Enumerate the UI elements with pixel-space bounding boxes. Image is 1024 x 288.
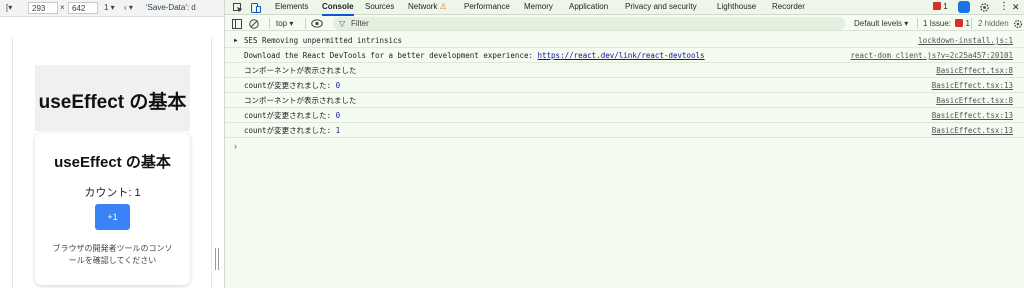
tab-network-label: Network — [408, 2, 438, 11]
hidden-count: 2 hidden — [978, 19, 1009, 28]
console-prompt[interactable]: › — [234, 141, 237, 151]
gear-icon[interactable] — [979, 2, 990, 13]
devtools-tabbar: Elements Console Sources Network ⚠ Perfo… — [225, 0, 1024, 16]
context-select[interactable]: top ▾ — [276, 16, 293, 31]
filter-input[interactable] — [351, 17, 831, 30]
log-levels-label: Default levels — [854, 19, 903, 28]
clear-console-icon[interactable] — [249, 19, 259, 29]
source-link[interactable]: lockdown-install.js:1 — [918, 33, 1013, 48]
toolbar-divider — [305, 18, 306, 29]
tab-performance[interactable]: Performance — [464, 0, 510, 15]
throttle-select-icon[interactable]: ‹ ▾ — [124, 2, 133, 14]
close-icon[interactable]: ✕ — [1012, 0, 1020, 15]
card-title: useEffect の基本 — [54, 154, 171, 171]
device-viewport: [▾ 293 × 642 1 ▾ ‹ ▾ 'Save-Data': d useE… — [0, 0, 224, 288]
toolbar-divider — [971, 18, 972, 29]
tab-application[interactable]: Application — [569, 0, 608, 15]
issues-count: 1 — [965, 19, 970, 28]
ai-assistant-icon[interactable] — [958, 1, 970, 13]
devtools-panel: Elements Console Sources Network ⚠ Perfo… — [224, 0, 1024, 288]
console-row[interactable]: ▶ SES Removing unpermitted intrinsics lo… — [225, 33, 1024, 48]
tab-sources[interactable]: Sources — [365, 0, 394, 15]
eye-icon[interactable] — [311, 19, 323, 28]
toolbar-divider — [269, 18, 270, 29]
dimension-separator: × — [60, 3, 65, 12]
device-toolbar: [▾ 293 × 642 1 ▾ ‹ ▾ 'Save-Data': d — [0, 0, 224, 17]
expand-arrow-icon[interactable]: ▶ — [234, 33, 238, 48]
source-link[interactable]: BasicEffect.tsx:8 — [936, 63, 1013, 78]
issue-flag-icon — [955, 19, 964, 27]
source-link[interactable]: BasicEffect.tsx:13 — [932, 108, 1013, 123]
console-message-text: Download the React DevTools for a better… — [244, 51, 538, 60]
phone-frame: useEffect の基本 useEffect の基本 カウント: 1 +1 ブ… — [12, 37, 212, 288]
console-hint-text: ブラウザの開発者ツールのコンソールを確認してください — [52, 244, 173, 265]
console-value: 1 — [335, 126, 341, 135]
console-row: コンポーネントが表示されました BasicEffect.tsx:8 — [225, 93, 1024, 108]
log-levels-select[interactable]: Default levels ▾ — [854, 16, 908, 31]
console-row: コンポーネントが表示されました BasicEffect.tsx:8 — [225, 63, 1024, 78]
console-row: countが変更されました: 0 BasicEffect.tsx:13 — [225, 78, 1024, 93]
error-flag-icon — [933, 2, 941, 10]
source-link[interactable]: react-dom_client.js?v=2c25a457:20101 — [850, 48, 1013, 63]
tab-memory[interactable]: Memory — [524, 0, 553, 15]
width-input[interactable]: 293 — [28, 2, 58, 14]
resize-handle[interactable] — [213, 248, 221, 270]
tab-elements[interactable]: Elements — [275, 0, 308, 15]
issues-button[interactable]: 1 Issue: 1 — [923, 16, 970, 31]
save-data-select[interactable]: 'Save-Data': d — [146, 2, 196, 14]
console-toolbar: top ▾ ▽ Default levels ▾ 1 Issue: 1 2 hi… — [225, 16, 1024, 31]
error-badge[interactable]: 1 — [933, 0, 948, 15]
console-message: Download the React DevTools for a better… — [244, 48, 705, 63]
console-settings-gear-icon[interactable] — [1013, 19, 1023, 29]
react-devtools-link[interactable]: https://react.dev/link/react-devtools — [538, 51, 705, 60]
warning-icon: ⚠ — [439, 2, 447, 11]
height-input[interactable]: 642 — [68, 2, 98, 14]
tab-privacy-security[interactable]: Privacy and security — [625, 0, 697, 15]
console-message: コンポーネントが表示されました — [244, 66, 357, 75]
console-value: 0 — [335, 111, 341, 120]
error-count: 1 — [943, 2, 948, 11]
filter-box[interactable]: ▽ — [333, 17, 845, 30]
counter-card: useEffect の基本 カウント: 1 +1 ブラウザの開発者ツールのコンソ… — [35, 133, 190, 285]
source-link[interactable]: BasicEffect.tsx:13 — [932, 123, 1013, 138]
app-header: useEffect の基本 — [35, 65, 190, 131]
tab-recorder[interactable]: Recorder — [772, 0, 805, 15]
console-message-text: countが変更されました: — [244, 111, 336, 120]
filter-icon: ▽ — [339, 19, 346, 28]
source-link[interactable]: BasicEffect.tsx:13 — [932, 78, 1013, 93]
tab-network[interactable]: Network ⚠ — [408, 0, 447, 15]
sidebar-toggle-icon[interactable] — [232, 19, 242, 29]
count-display: カウント: 1 — [84, 187, 141, 199]
tab-lighthouse[interactable]: Lighthouse — [717, 0, 756, 15]
console-row: countが変更されました: 0 BasicEffect.tsx:13 — [225, 108, 1024, 123]
context-select-label: top — [276, 19, 288, 28]
increment-button[interactable]: +1 — [95, 204, 130, 230]
console-message-text: countが変更されました: — [244, 126, 336, 135]
console-message: countが変更されました: 0 — [244, 108, 340, 123]
dimensions-icon: [▾ — [6, 3, 13, 12]
console-value: 0 — [335, 81, 341, 90]
device-toggle-icon[interactable] — [251, 3, 261, 13]
console-row: countが変更されました: 1 BasicEffect.tsx:13 — [225, 123, 1024, 138]
console-message: SES Removing unpermitted intrinsics — [244, 36, 403, 45]
issues-label: 1 Issue: — [923, 19, 952, 28]
more-options-icon[interactable]: ⋮ — [999, 0, 1009, 15]
toolbar-divider — [917, 18, 918, 29]
page-title: useEffect の基本 — [38, 92, 187, 113]
source-link[interactable]: BasicEffect.tsx:8 — [936, 93, 1013, 108]
console-message: コンポーネントが表示されました — [244, 96, 357, 105]
scale-select[interactable]: 1 ▾ — [104, 2, 115, 14]
console-message: countが変更されました: 0 — [244, 78, 340, 93]
console-message: countが変更されました: 1 — [244, 123, 340, 138]
console-row: Download the React DevTools for a better… — [225, 48, 1024, 63]
console-message-text: countが変更されました: — [244, 81, 336, 90]
console-messages: ▶ SES Removing unpermitted intrinsics lo… — [225, 33, 1024, 138]
tab-console[interactable]: Console — [322, 0, 354, 16]
inspect-element-icon[interactable] — [233, 3, 243, 13]
